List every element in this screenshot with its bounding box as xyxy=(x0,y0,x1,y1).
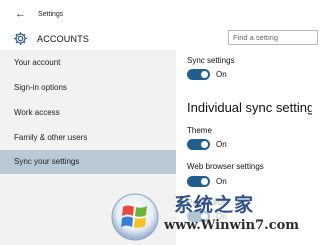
web-browser-state: On xyxy=(216,177,227,186)
sidebar-item-your-account[interactable]: Your account xyxy=(0,52,176,74)
sidebar-item-family-other-users[interactable]: Family & other users xyxy=(0,127,176,149)
title-bar: ← Settings xyxy=(0,0,312,26)
theme-state: On xyxy=(216,140,227,149)
theme-toggle[interactable] xyxy=(187,139,210,150)
sync-settings-state: On xyxy=(216,70,227,79)
gear-icon xyxy=(14,32,27,45)
toggle-knob xyxy=(201,71,208,78)
sync-settings-toggle[interactable] xyxy=(187,69,210,80)
web-browser-toggle[interactable] xyxy=(187,176,210,187)
search-input[interactable]: Find a setting xyxy=(228,30,318,45)
back-arrow-icon[interactable]: ← xyxy=(15,9,26,20)
page-title: ACCOUNTS xyxy=(37,34,90,44)
toggle-knob xyxy=(201,141,208,148)
site-watermark: 系统之家 www.Winwin7.com xyxy=(110,190,312,245)
sync-settings-label: Sync settings xyxy=(187,56,235,65)
toggle-knob xyxy=(201,178,208,185)
settings-window: ← Settings ACCOUNTS Find a setting Your … xyxy=(0,0,318,245)
sidebar-item-work-access[interactable]: Work access xyxy=(0,102,176,124)
sidebar-item-sign-in-options[interactable]: Sign-in options xyxy=(0,77,176,99)
theme-label: Theme xyxy=(187,126,212,135)
watermark-url: www.Winwin7.com xyxy=(164,218,300,233)
watermark-title: 系统之家 xyxy=(174,194,255,216)
window-title: Settings xyxy=(38,11,64,18)
web-browser-label: Web browser settings xyxy=(187,162,264,171)
section-heading: Individual sync settings xyxy=(187,100,312,115)
sidebar-item-sync-your-settings[interactable]: Sync your settings xyxy=(0,150,176,174)
windows-logo-icon xyxy=(111,193,159,241)
